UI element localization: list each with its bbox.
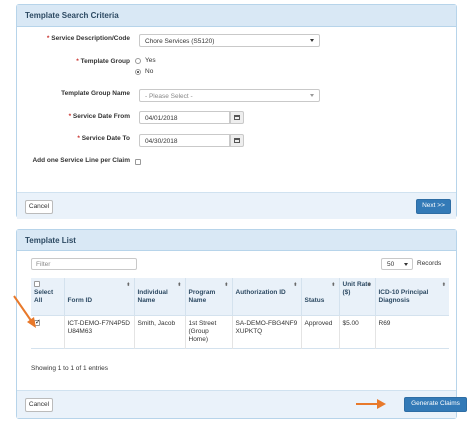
records-select[interactable]: 50 bbox=[381, 258, 413, 270]
col-program-name[interactable]: Program Name ⬍ bbox=[185, 278, 233, 315]
sort-icon[interactable]: ⬍ bbox=[126, 281, 130, 289]
authorization-id-cell: SA-DEMO-FBG4NF9XUPKTQ bbox=[232, 315, 302, 348]
chevron-down-icon bbox=[310, 94, 314, 97]
table-row[interactable]: ICT-DEMO-F7N4P5DU84M63 Smith, Jacob 1st … bbox=[31, 315, 449, 348]
one-line-label: Add one Service Line per Claim bbox=[32, 157, 130, 164]
date-to-label: * Service Date To bbox=[77, 135, 130, 142]
panel-title: Template List bbox=[17, 230, 456, 251]
col-authorization-id[interactable]: Authorization ID ⬍ bbox=[232, 278, 302, 315]
template-group-name-label: Template Group Name bbox=[61, 90, 130, 97]
template-list-panel: Template List Filter 50 Records Select A… bbox=[16, 229, 467, 419]
col-unit-rate[interactable]: Unit Rate ($) ⬍ bbox=[339, 278, 376, 315]
individual-name-cell: Smith, Jacob bbox=[134, 315, 186, 348]
showing-entries-text: Showing 1 to 1 of 1 entries bbox=[31, 365, 108, 372]
template-search-criteria-panel: Template Search Criteria * Service Descr… bbox=[16, 4, 457, 219]
date-to-input[interactable]: 04/30/2018 bbox=[139, 134, 230, 147]
calendar-icon[interactable] bbox=[230, 134, 244, 147]
col-icd10[interactable]: ICD-10 Principal Diagnosis ⬍ bbox=[375, 278, 449, 315]
filter-input[interactable]: Filter bbox=[31, 258, 137, 270]
one-line-checkbox[interactable] bbox=[135, 159, 141, 165]
program-name-cell: 1st Street (Group Home) bbox=[185, 315, 233, 348]
sort-icon[interactable]: ⬍ bbox=[367, 281, 371, 289]
chevron-down-icon bbox=[404, 263, 408, 266]
sort-icon[interactable]: ⬍ bbox=[224, 281, 228, 289]
icd10-cell: R69 bbox=[378, 319, 391, 327]
panel-title: Template Search Criteria bbox=[17, 5, 456, 27]
next-button[interactable]: Next >> bbox=[416, 199, 451, 214]
template-group-name-select[interactable]: - Please Select - bbox=[139, 89, 320, 102]
calendar-icon[interactable] bbox=[230, 111, 244, 124]
service-desc-select[interactable]: Chore Services (S5120) bbox=[139, 34, 320, 47]
template-group-no-label: No bbox=[145, 68, 154, 75]
cancel-button[interactable]: Cancel bbox=[25, 398, 53, 412]
status-cell: Approved bbox=[301, 315, 340, 348]
sort-icon[interactable]: ⬍ bbox=[442, 281, 446, 289]
template-table: Select All Form ID ⬍ Individual Name ⬍ Pro… bbox=[31, 278, 449, 349]
records-label: Records bbox=[417, 260, 442, 267]
sort-icon[interactable]: ⬍ bbox=[331, 281, 335, 289]
col-individual-name[interactable]: Individual Name ⬍ bbox=[134, 278, 186, 315]
list-footer: Cancel Generate Claims bbox=[17, 390, 467, 418]
generate-claims-button[interactable]: Generate Claims bbox=[404, 397, 467, 412]
annotation-arrow-icon bbox=[13, 295, 36, 328]
annotation-arrow-icon bbox=[356, 399, 386, 409]
unit-rate-cell: $5.00 bbox=[339, 315, 376, 348]
date-from-label: * Service Date From bbox=[68, 113, 130, 120]
template-group-yes-label: Yes bbox=[145, 57, 156, 64]
chevron-down-icon bbox=[310, 39, 314, 42]
form-id-cell: ICT-DEMO-F7N4P5DU84M63 bbox=[64, 315, 135, 348]
sort-icon[interactable]: ⬍ bbox=[293, 281, 297, 289]
sort-icon[interactable]: ⬍ bbox=[177, 281, 181, 289]
criteria-footer: Cancel Next >> bbox=[17, 192, 456, 219]
col-form-id[interactable]: Form ID ⬍ bbox=[64, 278, 135, 315]
service-desc-label: * Service Description/Code bbox=[46, 35, 130, 42]
col-status[interactable]: Status ⬍ bbox=[301, 278, 340, 315]
template-group-label: * Template Group bbox=[76, 58, 130, 65]
date-from-input[interactable]: 04/01/2018 bbox=[139, 111, 230, 124]
select-all-checkbox[interactable] bbox=[34, 281, 40, 287]
template-group-no-radio[interactable] bbox=[135, 69, 141, 75]
cancel-button[interactable]: Cancel bbox=[25, 200, 53, 214]
template-group-yes-radio[interactable] bbox=[135, 58, 141, 64]
